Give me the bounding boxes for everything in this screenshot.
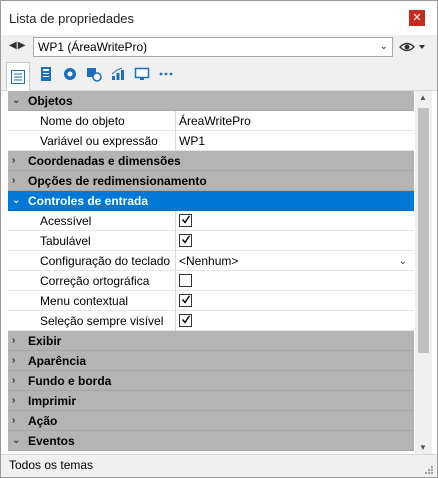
column-divider [175,131,176,151]
nav-arrows-icon[interactable]: ◀▶ [9,40,26,51]
column-divider [175,111,176,131]
property-name: Correção ortográfica [40,274,150,288]
expanded-arrow-icon: ⌄ [12,195,21,206]
collapsed-arrow-icon: › [12,415,16,426]
column-divider [175,251,176,271]
property-name: Tabulável [40,234,91,248]
section-eventos[interactable]: ⌄ Eventos [8,431,414,451]
more-icon[interactable] [154,62,178,86]
collapsed-arrow-icon: › [12,375,16,386]
property-row-variavel[interactable]: Variável ou expressão WP1 [8,131,414,151]
correcao-checkbox[interactable] [179,274,192,287]
objects-icon[interactable] [82,62,106,86]
section-imprimir[interactable]: › Imprimir [8,391,414,411]
checkmark-icon [182,235,190,244]
expanded-arrow-icon: ⌄ [12,435,21,446]
status-text: Todos os temas [9,458,94,472]
menu-checkbox[interactable] [179,294,192,307]
section-label: Coordenadas e dimensões [28,154,181,168]
acessivel-checkbox[interactable] [179,214,192,227]
vertical-scrollbar[interactable]: ▲ ▼ [415,91,432,454]
property-name: Seleção sempre visível [40,314,164,328]
eye-icon[interactable] [398,39,428,55]
toolbar [1,59,437,91]
monitor-icon[interactable] [130,62,154,86]
column-divider [175,231,176,251]
checkmark-icon [182,315,190,324]
property-row-menu[interactable]: Menu contextual [8,291,414,311]
column-divider [175,291,176,311]
section-label: Objetos [28,94,73,108]
collapsed-arrow-icon: › [12,355,16,366]
list-icon[interactable] [6,62,30,91]
property-row-teclado[interactable]: Configuração do teclado <Nenhum> ⌄ [8,251,414,271]
collapsed-arrow-icon: › [12,395,16,406]
section-objetos[interactable]: ⌄ Objetos [8,91,414,111]
property-row-tabulavel[interactable]: Tabulável [8,231,414,251]
scroll-down-arrow-icon[interactable]: ▼ [419,443,427,452]
property-row-correcao[interactable]: Correção ortográfica [8,271,414,291]
section-label: Controles de entrada [28,194,149,208]
checkmark-icon [182,295,190,304]
collapsed-arrow-icon: › [12,335,16,346]
property-grid: ⌄ Objetos Nome do objeto ÁreaWritePro Va… [8,91,414,454]
property-name: Acessível [40,214,92,228]
collapsed-arrow-icon: › [12,175,16,186]
property-row-nome[interactable]: Nome do objeto ÁreaWritePro [8,111,414,131]
collapsed-arrow-icon: › [12,155,16,166]
expanded-arrow-icon: ⌄ [12,95,21,106]
property-name: Menu contextual [40,294,129,308]
object-bar: ◀▶ WP1 (ÁreaWritePro) ⌄ [1,35,437,59]
column-divider [175,311,176,331]
column-divider [175,271,176,291]
property-name: Variável ou expressão [40,134,158,148]
title-bar: Lista de propriedades ✕ [1,1,437,35]
selecao-checkbox[interactable] [179,314,192,327]
section-acao[interactable]: › Ação [8,411,414,431]
section-label: Eventos [28,434,75,448]
section-aparencia[interactable]: › Aparência [8,351,414,371]
section-label: Exibir [28,334,62,348]
object-selector[interactable]: WP1 (ÁreaWritePro) ⌄ [33,37,393,57]
property-value[interactable]: ÁreaWritePro [179,114,411,128]
section-coordenadas[interactable]: › Coordenadas e dimensões [8,151,414,171]
gear-icon[interactable] [58,62,82,86]
section-controles[interactable]: ⌄ Controles de entrada [8,191,414,211]
section-label: Aparência [28,354,87,368]
section-label: Fundo e borda [28,374,112,388]
resize-grip-icon[interactable] [424,464,434,474]
property-value[interactable]: WP1 [179,134,411,148]
close-button[interactable]: ✕ [409,10,425,26]
dropdown-value: <Nenhum> [179,254,239,268]
keyboard-dropdown[interactable]: <Nenhum> ⌄ [179,254,411,268]
property-row-acessivel[interactable]: Acessível [8,211,414,231]
object-selector-value: WP1 (ÁreaWritePro) [38,40,148,54]
property-name: Configuração do teclado [40,254,171,268]
section-redimensionamento[interactable]: › Opções de redimensionamento [8,171,414,191]
column-divider [175,211,176,231]
property-row-selecao[interactable]: Seleção sempre visível [8,311,414,331]
property-name: Nome do objeto [40,114,125,128]
section-fundo[interactable]: › Fundo e borda [8,371,414,391]
section-exibir[interactable]: › Exibir [8,331,414,351]
section-label: Ação [28,414,58,428]
form-icon[interactable] [34,62,58,86]
chevron-down-icon: ⌄ [379,41,388,52]
status-bar: Todos os temas [1,454,437,477]
chevron-down-icon: ⌄ [398,256,407,267]
tabulavel-checkbox[interactable] [179,234,192,247]
property-list-window: Lista de propriedades ✕ ◀▶ WP1 (ÁreaWrit… [0,0,438,478]
window-title: Lista de propriedades [9,11,135,26]
scrollbar-thumb[interactable] [418,108,429,353]
section-label: Opções de redimensionamento [28,174,207,188]
checkmark-icon [182,215,190,224]
section-label: Imprimir [28,394,77,408]
scroll-up-arrow-icon[interactable]: ▲ [419,93,427,102]
chart-icon[interactable] [106,62,130,86]
